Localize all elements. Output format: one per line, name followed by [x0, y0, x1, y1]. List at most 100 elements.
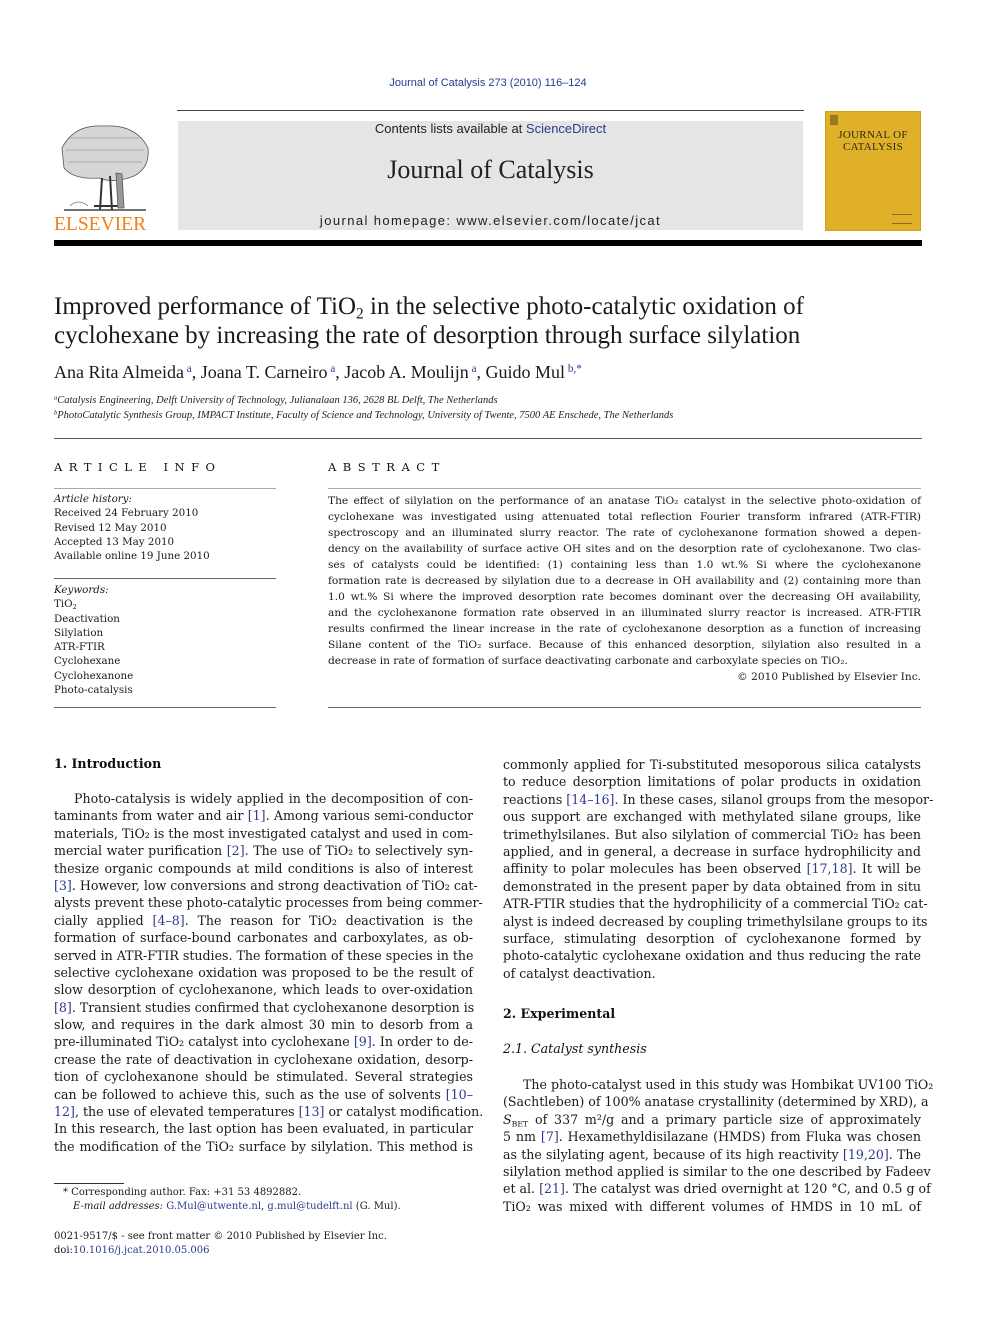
body-line: tion of cyclohexanone should be stimulat…: [54, 1069, 473, 1085]
body-line: cially applied [4–8]. The reason for TiO…: [54, 912, 473, 928]
body-line: affinity to polar molecules has been obs…: [503, 861, 921, 877]
abstract-line: decrease in rate of formation of surface…: [328, 655, 848, 667]
keyword-item: TiO2: [54, 598, 77, 612]
body-line: The photo-catalyst used in this study wa…: [523, 1077, 934, 1092]
abstract-line: ses of catalysts could be identified: (1…: [328, 559, 921, 571]
abstract-rule: [328, 488, 921, 489]
body-line: selective cyclohexane oxidation was prop…: [54, 964, 473, 980]
elsevier-wordmark: ELSEVIER: [54, 214, 146, 235]
article-info-heading: ARTICLE INFO: [54, 460, 222, 474]
citation-link[interactable]: [1]: [248, 808, 266, 823]
body-line: taminants from water and air [1]. Among …: [54, 808, 473, 824]
citation-link[interactable]: [4–8]: [153, 913, 185, 928]
citation-link[interactable]: [7]: [541, 1129, 559, 1144]
keywords-list: Keywords: TiO2 Deactivation Silylation A…: [54, 583, 276, 697]
doi-line: doi:10.1016/j.jcat.2010.05.006: [54, 1245, 209, 1256]
journal-cover-thumbnail[interactable]: JOURNAL OF CATALYSIS: [825, 111, 921, 231]
footnote-rule: [54, 1183, 124, 1184]
title-text-part2: in the selective photo-catalytic oxidati…: [363, 293, 804, 320]
citation-link[interactable]: [19,20]: [843, 1147, 889, 1162]
body-line: alyst is indeed decreased by coupling tr…: [503, 913, 928, 929]
citation-link[interactable]: 12]: [54, 1104, 75, 1119]
author-name[interactable]: Guido Mul: [486, 362, 566, 382]
body-line: to reduce desorption limitations of pola…: [503, 774, 921, 790]
body-line: slow, and requires in the dark almost 30…: [54, 1017, 473, 1033]
running-head-citation[interactable]: Journal of Catalysis 273 (2010) 116–124: [0, 77, 976, 89]
cover-title: JOURNAL OF CATALYSIS: [826, 129, 920, 153]
body-line: served in ATR-FTIR studies. The formatio…: [54, 947, 474, 963]
cover-elsevier-badge-icon: [830, 115, 838, 125]
author-affil-link[interactable]: b,*: [568, 363, 582, 375]
body-line: [3]. However, low conversions and strong…: [54, 877, 478, 893]
citation-link[interactable]: [2]: [227, 843, 245, 858]
contents-availability-line: Contents lists available at ScienceDirec…: [178, 121, 803, 136]
history-online: Available online 19 June 2010: [54, 550, 210, 563]
abstract-line: Silane content of the TiO₂ surface. Beca…: [328, 639, 921, 651]
elsevier-logo[interactable]: ELSEVIER: [54, 118, 154, 236]
body-line: In this research, the last option has be…: [54, 1121, 473, 1137]
body-line: TiO₂ was mixed with different volumes of…: [503, 1198, 921, 1214]
title-subscript: 2: [356, 305, 364, 323]
masthead-top-rule: [177, 110, 804, 111]
body-line: pre-illuminated TiO₂ catalyst into cyclo…: [54, 1034, 473, 1050]
body-line: [8]. Transient studies confirmed that cy…: [54, 999, 475, 1015]
citation-link[interactable]: [10–: [446, 1087, 473, 1102]
author-name[interactable]: Joana T. Carneiro: [201, 362, 328, 382]
citation-link[interactable]: [8]: [54, 1000, 72, 1015]
abstract-line: cyclohexane was investigated using atten…: [328, 511, 921, 523]
body-line: as the silylating agent, because of its …: [503, 1146, 921, 1162]
affiliation-a: aCatalysis Engineering, Delft University…: [54, 395, 934, 406]
masthead-bottom-rule: [54, 240, 922, 246]
author-list: Ana Rita Almeida a, Joana T. Carneiro a,…: [54, 362, 934, 383]
keyword-item: ATR-FTIR: [54, 641, 105, 654]
author-separator: ,: [191, 362, 201, 382]
title-text-line2: cyclohexane by increasing the rate of de…: [54, 322, 801, 349]
citation-link[interactable]: [3]: [54, 878, 72, 893]
email-link-tudelft[interactable]: g.mul@tudelft.nl: [267, 1201, 352, 1212]
keyword-item: Cyclohexane: [54, 655, 121, 668]
body-line: 12], the use of elevated temperatures [1…: [54, 1104, 484, 1120]
elsevier-tree-icon: ELSEVIER: [54, 125, 149, 235]
keyword-item: Silylation: [54, 626, 104, 639]
body-line: ATR-FTIR studies that the hydrophilicity…: [503, 896, 928, 912]
keyword-item: Cyclohexanone: [54, 669, 134, 682]
citation-link[interactable]: [21]: [539, 1181, 565, 1196]
body-line: materials, TiO₂ is the most investigated…: [54, 825, 473, 841]
journal-homepage-link[interactable]: journal homepage: www.elsevier.com/locat…: [178, 213, 803, 228]
abstract-heading: ABSTRACT: [328, 460, 446, 474]
article-title: Improved performance of TiO2 in the sele…: [54, 292, 934, 350]
citation-link[interactable]: [14–16]: [566, 792, 614, 807]
sciencedirect-link[interactable]: ScienceDirect: [526, 121, 606, 136]
doi-link[interactable]: 10.1016/j.jcat.2010.05.006: [73, 1245, 209, 1256]
author-name[interactable]: Jacob A. Moulijn: [344, 362, 469, 382]
keyword-item: Deactivation: [54, 612, 120, 625]
cover-sciencedirect-icon: [892, 214, 912, 224]
subsection-heading-catalyst-synthesis: 2.1. Catalyst synthesis: [503, 1041, 647, 1056]
citation-link[interactable]: [17,18]: [807, 861, 853, 876]
email-suffix: (G. Mul).: [352, 1201, 401, 1212]
abstract-line: dency on the availability of surface act…: [328, 543, 921, 555]
body-line: commonly applied for Ti-substituted meso…: [503, 757, 921, 772]
author-separator: ,: [476, 362, 486, 382]
body-column-left: Photo-catalysis is widely applied in the…: [54, 790, 484, 1155]
citation-link[interactable]: [9]: [354, 1034, 372, 1049]
abstract-line: The effect of silylation on the performa…: [328, 495, 921, 507]
body-line: applied, and in general, a decrease in s…: [503, 843, 921, 859]
author-name[interactable]: Ana Rita Almeida: [54, 362, 184, 382]
affiliation-b: bPhotoCatalytic Synthesis Group, IMPACT …: [54, 410, 934, 421]
issn-line: 0021-9517/$ - see front matter © 2010 Pu…: [54, 1231, 387, 1242]
abstract-rule: [328, 707, 921, 708]
citation-link[interactable]: [13]: [299, 1104, 325, 1119]
keywords-label: Keywords:: [54, 584, 109, 596]
body-line: the modification of the TiO₂ surface by …: [54, 1138, 473, 1154]
email-link-utwente[interactable]: G.Mul@utwente.nl: [166, 1201, 261, 1212]
footnote-corresponding-author: * Corresponding author. Fax: +31 53 4892…: [63, 1187, 302, 1198]
abstract-copyright: © 2010 Published by Elsevier Inc.: [737, 671, 921, 683]
body-line: (Sachtleben) of 100% anatase crystallini…: [503, 1094, 929, 1110]
abstract-line: and the cyclohexanone formation rate obs…: [328, 607, 921, 619]
body-line: photo-catalytic cyclohexane oxidation an…: [503, 948, 921, 964]
article-info-rule: [54, 488, 276, 489]
body-line: crease the rate of deactivation in cyclo…: [54, 1051, 473, 1067]
body-line: 5 nm [7]. Hexamethyldisilazane (HMDS) fr…: [503, 1129, 921, 1145]
body-line: reactions [14–16]. In these cases, silan…: [503, 791, 934, 807]
